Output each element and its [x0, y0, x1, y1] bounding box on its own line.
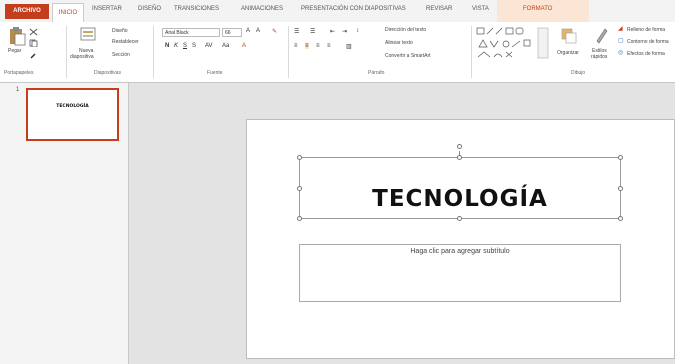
subtitle-placeholder[interactable]: Haga clic para agregar subtítulo	[299, 244, 621, 302]
align-right-icon[interactable]: ≡	[316, 43, 320, 49]
tab-transitions[interactable]: TRANSICIONES	[174, 6, 219, 12]
paragraph-group-label: Párrafo	[368, 70, 385, 76]
arrange-button[interactable]: Organizar	[557, 50, 579, 56]
shape-fill-button[interactable]: Relleno de forma	[627, 27, 665, 33]
justify-icon[interactable]: ≡	[327, 43, 331, 49]
group-divider	[153, 26, 154, 78]
cut-icon[interactable]	[29, 28, 38, 36]
change-case-icon[interactable]: Aa	[222, 43, 229, 49]
resize-handle[interactable]	[297, 216, 302, 221]
underline-button[interactable]: S	[183, 43, 187, 49]
shape-effects-icon[interactable]: ◎	[618, 49, 623, 56]
font-color-icon[interactable]: A	[242, 43, 246, 49]
resize-handle[interactable]	[297, 186, 302, 191]
drawing-group-label: Dibujo	[571, 70, 586, 76]
arrange-icon[interactable]	[560, 27, 578, 45]
new-slide-icon[interactable]	[80, 26, 96, 44]
group-divider	[66, 26, 67, 78]
resize-handle[interactable]	[297, 155, 302, 160]
align-text-button[interactable]: Alinear texto	[385, 40, 413, 46]
contextual-tab-group: FORMATO	[497, 0, 589, 22]
tab-home[interactable]: INICIO	[52, 3, 84, 22]
tab-animations[interactable]: ANIMACIONES	[241, 6, 283, 12]
layout-button[interactable]: Diseño	[112, 28, 128, 34]
shapes-gallery[interactable]	[476, 27, 551, 60]
resize-handle[interactable]	[618, 216, 623, 221]
resize-handle[interactable]	[618, 155, 623, 160]
increase-indent-icon[interactable]: ⇥	[342, 28, 347, 35]
resize-handle[interactable]	[457, 216, 462, 221]
tab-view[interactable]: VISTA	[472, 6, 489, 12]
numbering-icon[interactable]: ☰	[310, 28, 315, 35]
shape-fill-icon[interactable]: ◢	[618, 25, 623, 32]
char-spacing-icon[interactable]: AV	[205, 43, 213, 49]
slide-number: 1	[16, 87, 20, 93]
ribbon: Pegar Portapapeles Nueva diapositiva Dis…	[0, 22, 675, 83]
grow-font-button[interactable]: A	[246, 28, 250, 34]
shape-effects-button[interactable]: Efectos de forma	[627, 51, 665, 57]
clipboard-group-label: Portapapeles	[4, 70, 34, 76]
format-painter-icon[interactable]	[29, 52, 38, 60]
clear-format-icon[interactable]: ✎	[272, 28, 277, 35]
text-direction-button[interactable]: Dirección del texto	[385, 27, 426, 33]
rotate-handle[interactable]	[457, 144, 462, 149]
tab-review[interactable]: REVISAR	[426, 6, 452, 12]
font-size-combo[interactable]: 66	[222, 28, 242, 37]
tab-design[interactable]: DISEÑO	[138, 6, 161, 12]
paste-button[interactable]: Pegar	[8, 48, 21, 54]
title-placeholder[interactable]: TECNOLOGÍA	[299, 157, 621, 219]
bold-button[interactable]: N	[165, 43, 169, 49]
reset-button[interactable]: Restablecer	[112, 39, 139, 45]
decrease-indent-icon[interactable]: ⇤	[330, 28, 335, 35]
slide-title[interactable]: TECNOLOGÍA	[300, 186, 620, 212]
tab-file[interactable]: ARCHIVO	[5, 4, 49, 19]
group-divider	[471, 26, 472, 78]
thumbnail-title: TECNOLOGÍA	[56, 104, 89, 109]
align-center-icon[interactable]: ≡	[305, 43, 309, 49]
quick-styles-icon[interactable]	[593, 27, 609, 45]
align-left-icon[interactable]: ≡	[294, 43, 298, 49]
slide-thumbnail[interactable]: TECNOLOGÍA	[26, 88, 119, 141]
resize-handle[interactable]	[457, 155, 462, 160]
quick-styles-label-2[interactable]: rápidos	[591, 54, 607, 60]
shape-outline-button[interactable]: Contorno de forma	[627, 39, 669, 45]
convert-smartart-button[interactable]: Convertir a SmartArt	[385, 53, 431, 59]
shape-outline-icon[interactable]: ▢	[618, 37, 624, 44]
font-name-combo[interactable]: Arial Black	[162, 28, 220, 37]
tab-slideshow[interactable]: PRESENTACIÓN CON DIAPOSITIVAS	[301, 6, 406, 12]
subtitle-placeholder-text[interactable]: Haga clic para agregar subtítulo	[300, 248, 620, 255]
current-slide: TECNOLOGÍA Haga clic para agregar subtít…	[246, 119, 675, 359]
tab-insert[interactable]: INSERTAR	[92, 6, 122, 12]
resize-handle[interactable]	[618, 186, 623, 191]
slides-group-label: Diapositivas	[94, 70, 121, 76]
columns-icon[interactable]: ▥	[346, 43, 352, 50]
line-spacing-icon[interactable]: ↕	[356, 28, 359, 34]
new-slide-label-2[interactable]: diapositiva	[70, 54, 94, 60]
copy-icon[interactable]	[29, 39, 38, 47]
section-button[interactable]: Sección	[112, 52, 130, 58]
group-divider	[288, 26, 289, 78]
italic-button[interactable]: K	[174, 43, 178, 49]
paste-icon[interactable]	[8, 26, 26, 46]
tab-format[interactable]: FORMATO	[523, 6, 552, 12]
bullets-icon[interactable]: ☰	[294, 28, 299, 35]
shrink-font-button[interactable]: A	[256, 28, 260, 34]
shadow-button[interactable]: S	[192, 43, 196, 49]
font-group-label: Fuente	[207, 70, 223, 76]
